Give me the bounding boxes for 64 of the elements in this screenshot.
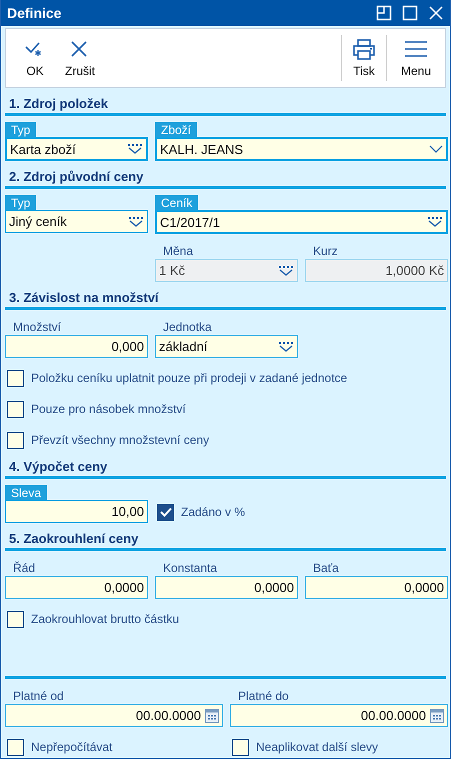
window-title: Definice [7, 4, 62, 21]
input-field[interactable]: 0,000 [5, 335, 148, 358]
checkbox[interactable] [7, 370, 24, 386]
checkbox-label: Zadáno v % [181, 505, 246, 519]
checkbox-label: Položku ceníku uplatnit pouze při prodeji v zadané jednotce [31, 371, 348, 385]
date-field[interactable]: 00.00.0000 [5, 704, 223, 727]
dropdown-field[interactable]: Karta zboží [5, 137, 148, 161]
checkbox[interactable] [7, 400, 24, 418]
caret-icon [128, 216, 144, 228]
section-title: 4. Výpočet ceny [9, 458, 108, 474]
dropdown-field[interactable]: C1/2017/1 [155, 210, 448, 234]
field-label: Řád [12, 560, 36, 576]
caret-icon [278, 340, 294, 352]
caret-icon [127, 143, 143, 155]
field-label: Platné do [237, 688, 290, 704]
field-label: Kurz [312, 243, 339, 259]
section-title: 3. Závislost na množství [9, 290, 159, 304]
toolbar-button[interactable]: Tisk [340, 34, 386, 81]
date-field[interactable]: 00.00.0000 [230, 704, 448, 727]
checkbox-label: Převzít všechny množstevní ceny [31, 433, 210, 447]
field-label: Platné od [12, 688, 65, 704]
toolbar-button[interactable]: Menu [386, 34, 445, 81]
input-field[interactable]: 0,0000 [305, 576, 448, 599]
checkbox-label: Neaplikovat další slevy [256, 740, 378, 754]
check-icon [160, 507, 172, 517]
caret-icon [278, 264, 294, 276]
checkbox[interactable] [157, 504, 174, 520]
checkbox[interactable] [7, 432, 24, 448]
checkbox[interactable] [7, 738, 24, 756]
menu-icon [404, 38, 428, 60]
section-title: 2. Zdroj původní ceny [9, 168, 144, 184]
field-label: Typ [5, 122, 36, 137]
field-label: Zboží [155, 122, 198, 137]
calendar-icon [205, 708, 219, 722]
maximize-icon[interactable] [402, 4, 418, 21]
section-title: 1. Zdroj položek [9, 96, 108, 110]
checkbox-label: Nepřepočítávat [31, 740, 112, 754]
field-label: Typ [5, 195, 36, 210]
calendar-icon [430, 708, 444, 722]
checkbox[interactable] [232, 738, 249, 756]
checkbox[interactable] [7, 610, 24, 628]
chevron-icon [429, 144, 443, 154]
field-label: Množství [12, 319, 62, 335]
field-label: Měna [162, 243, 194, 259]
toolbar-button[interactable]: Zrušit [59, 28, 101, 87]
input-field[interactable]: 0,0000 [155, 576, 298, 599]
field-label: Ceník [155, 195, 198, 210]
input-field[interactable]: 0,0000 [5, 576, 148, 599]
close-icon[interactable] [428, 4, 444, 21]
field-label: Jednotka [162, 319, 213, 335]
checkbox-label: Zaokrouhlovat brutto částku [31, 612, 180, 626]
section-title: 5. Zaokrouhlení ceny [9, 530, 138, 546]
dropdown-field[interactable]: Jiný ceník [5, 210, 148, 233]
field-label: Baťa [312, 560, 340, 576]
field-label: Sleva [5, 485, 48, 500]
caret-icon [427, 216, 443, 228]
dropdown-field[interactable]: základní [155, 335, 298, 358]
input-field[interactable]: 10,00 [5, 500, 148, 523]
field-label: Konstanta [162, 560, 218, 576]
dropdown-field[interactable]: KALH. JEANS [155, 137, 448, 161]
printer-icon [352, 38, 376, 60]
checkbox-label: Pouze pro násobek množství [31, 402, 186, 416]
snap-icon[interactable] [376, 4, 392, 21]
toolbar-button[interactable]: OK [17, 28, 53, 87]
